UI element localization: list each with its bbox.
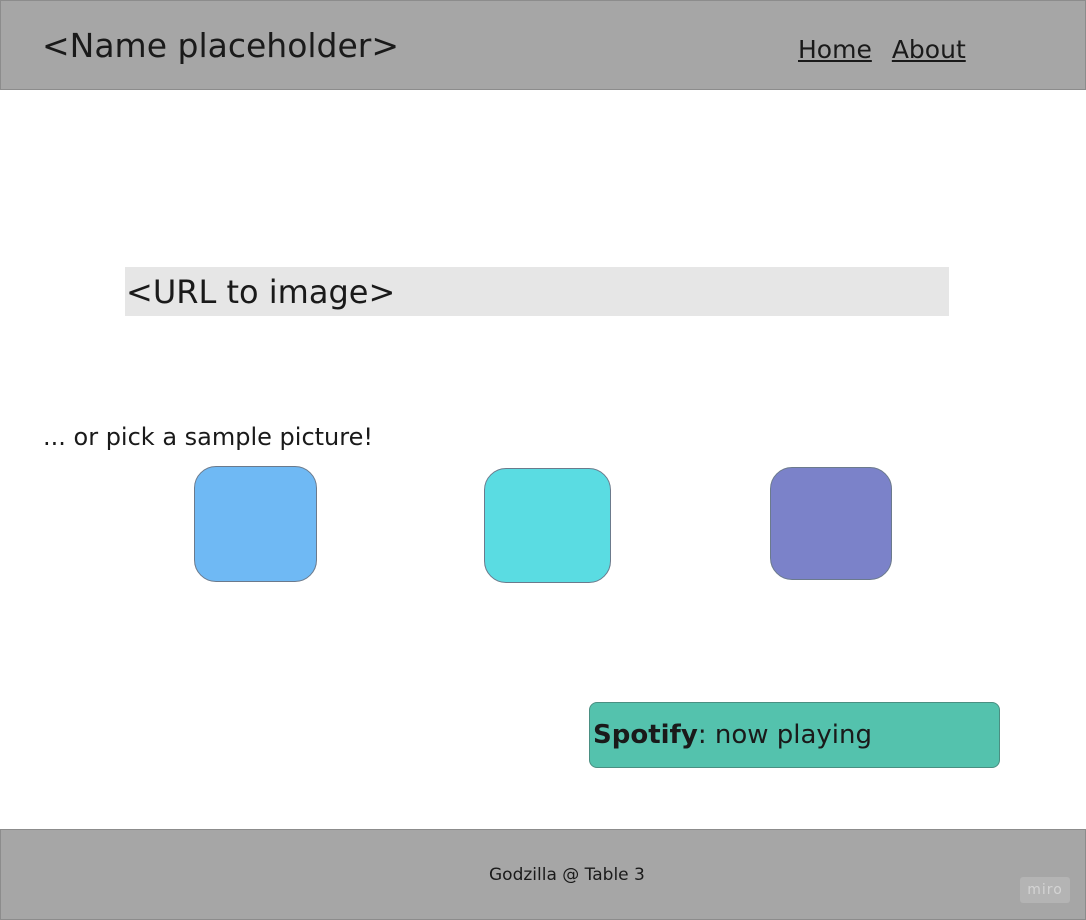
footer-text: Godzilla @ Table 3: [489, 865, 645, 885]
sample-picture-label: ... or pick a sample picture!: [43, 423, 373, 451]
spotify-status: : now playing: [697, 720, 873, 750]
image-url-input[interactable]: [125, 267, 949, 316]
nav: Home About: [798, 33, 966, 67]
spotify-brand: Spotify: [593, 720, 698, 750]
footer: Godzilla @ Table 3 miro: [0, 829, 1086, 920]
site-title: <Name placeholder>: [42, 26, 400, 65]
nav-about-link[interactable]: About: [892, 33, 966, 67]
sample-picture-2[interactable]: [484, 468, 611, 583]
miro-watermark: miro: [1020, 877, 1070, 903]
nav-home-link[interactable]: Home: [798, 33, 872, 67]
sample-picture-1[interactable]: [194, 466, 317, 582]
header: <Name placeholder> Home About: [0, 0, 1086, 90]
sample-picture-3[interactable]: [770, 467, 892, 580]
spotify-now-playing[interactable]: Spotify: now playing: [589, 702, 1000, 768]
